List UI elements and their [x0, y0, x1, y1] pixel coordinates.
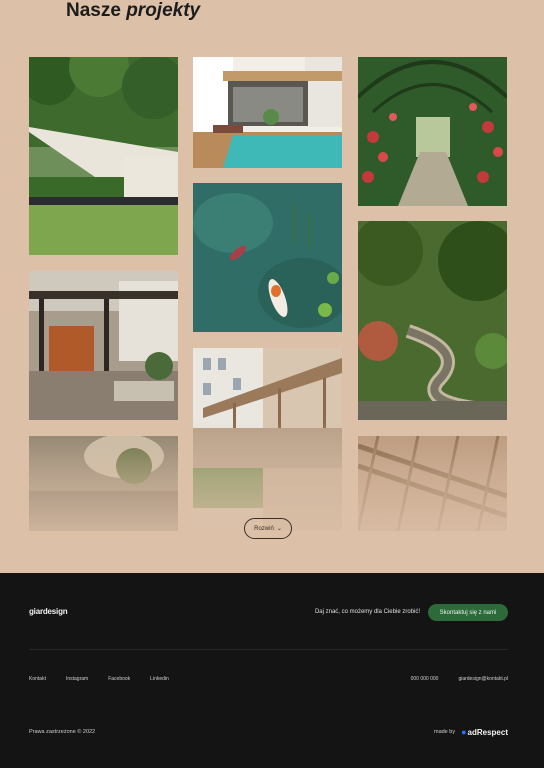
- footer-copyright: Prawa zastrzeżone © 2022: [29, 729, 96, 735]
- tropical-garden-path-photo: [358, 221, 507, 420]
- koi-pond-photo: [193, 183, 342, 332]
- made-by: made by ● adRespect: [434, 727, 508, 737]
- title-plain: Nasze: [66, 0, 121, 21]
- project-tile-6[interactable]: [358, 221, 507, 420]
- rose-arch-tunnel-photo: [358, 57, 507, 206]
- concrete-steps-garden-photo: [29, 436, 178, 531]
- agency-logo-link[interactable]: ● adRespect: [461, 727, 508, 737]
- footer-link-linkedin[interactable]: Linkedin: [150, 676, 169, 682]
- project-tile-3[interactable]: [358, 57, 507, 206]
- footer-link-kontakt[interactable]: Kontakt: [29, 676, 46, 682]
- project-tile-9[interactable]: [358, 436, 507, 531]
- project-tile-2[interactable]: [193, 57, 342, 168]
- agency-mark-icon: ●: [461, 727, 467, 737]
- timber-pergola-courtyard-photo: [193, 348, 342, 531]
- expand-button[interactable]: Rozwiń ⌄: [244, 518, 292, 539]
- chevron-down-icon: ⌄: [276, 526, 282, 532]
- projects-section: Nasze projekty Rozwiń ⌄: [0, 0, 544, 573]
- pool-pergola-house-photo: [193, 57, 342, 168]
- garden-lawn-steps-photo: [29, 57, 178, 255]
- pergola-beams-closeup-photo: [358, 436, 507, 531]
- project-tile-7[interactable]: [29, 436, 178, 531]
- footer-email[interactable]: giardesign@kontakt.pl: [458, 676, 508, 682]
- footer-link-instagram[interactable]: Instagram: [66, 676, 88, 682]
- footer-contact: 000 000 000 giardesign@kontakt.pl: [411, 676, 508, 682]
- agency-name: adRespect: [467, 727, 508, 737]
- wooden-pergola-terrace-photo: [29, 271, 178, 420]
- footer-links: Kontakt Instagram Facebook Linkedin: [29, 676, 169, 682]
- footer-cta-text: Daj znać, co możemy dla Ciebie zrobić!: [314, 609, 420, 615]
- project-tile-4[interactable]: [29, 271, 178, 420]
- project-tile-8[interactable]: [193, 348, 342, 531]
- site-footer: giardesign Daj znać, co możemy dla Ciebi…: [0, 573, 544, 768]
- section-title: Nasze projekty: [66, 0, 200, 22]
- project-tile-5[interactable]: [193, 183, 342, 332]
- title-italic: projekty: [126, 0, 201, 21]
- footer-phone[interactable]: 000 000 000: [411, 676, 439, 682]
- made-by-label: made by: [433, 729, 456, 735]
- footer-link-facebook[interactable]: Facebook: [108, 676, 130, 682]
- expand-button-label: Rozwiń: [254, 525, 274, 532]
- contact-us-button[interactable]: Skontaktuj się z nami: [428, 604, 508, 621]
- footer-logo[interactable]: giardesign: [29, 607, 68, 616]
- project-tile-1[interactable]: [29, 57, 178, 255]
- footer-divider: [29, 649, 508, 650]
